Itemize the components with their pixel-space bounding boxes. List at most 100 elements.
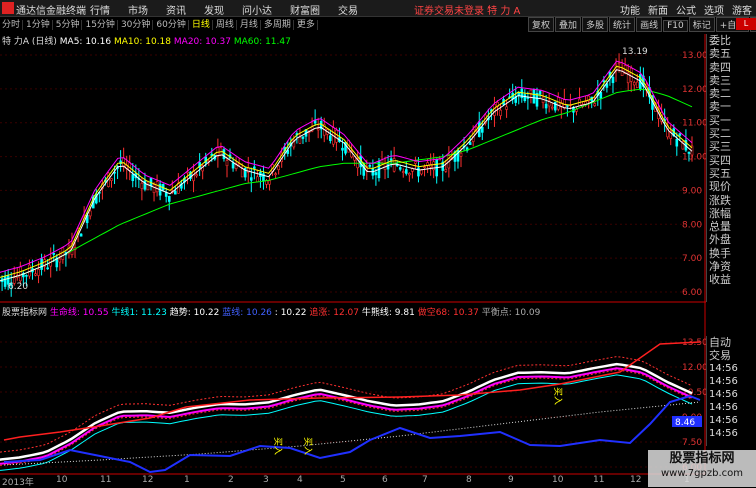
candle-body: [424, 167, 426, 168]
price-tick-label: 8.00: [682, 220, 702, 230]
candle-body: [250, 178, 252, 181]
candle-body: [47, 268, 49, 269]
candle-body: [688, 152, 690, 154]
chase-line: [4, 342, 700, 440]
date-label: 1: [184, 475, 190, 485]
candle-body: [421, 170, 423, 174]
candle-body: [62, 248, 64, 260]
candle-body: [253, 167, 255, 169]
date-label: 2: [228, 475, 234, 485]
candle-body: [636, 82, 638, 88]
candle-body: [168, 196, 170, 201]
auto-label[interactable]: 自动: [707, 336, 756, 349]
candle-body: [241, 169, 243, 177]
low-annotation: 6.20: [8, 282, 28, 292]
guest-label[interactable]: 游客: [732, 2, 752, 17]
trade-time: 14:56: [707, 375, 756, 388]
price-tick-label: 6.00: [682, 288, 702, 298]
indicator-lines: [0, 342, 700, 472]
price-tick-label: 13.00: [682, 51, 706, 61]
price-tick-label: 7.00: [682, 254, 702, 264]
candle-body: [275, 174, 277, 175]
dotted-upper-line: [0, 357, 692, 453]
sidebar-item[interactable]: 买一: [707, 114, 756, 127]
kline-chart[interactable]: 13.0012.0011.0010.009.008.007.006.00 13.…: [0, 0, 706, 475]
candle-body: [41, 259, 43, 270]
candle-body: [141, 183, 143, 188]
buy-signal: 买入: [302, 437, 313, 455]
sidebar-item[interactable]: 总量: [707, 220, 756, 233]
last-value: 8.46: [675, 418, 695, 428]
candle-body: [38, 269, 40, 275]
candle-body: [500, 110, 502, 115]
sidebar-item[interactable]: 买五: [707, 167, 756, 180]
sidebar-item[interactable]: 现价: [707, 180, 756, 193]
candle-body: [493, 104, 495, 115]
date-label: 3: [263, 475, 269, 485]
candle-body: [539, 91, 541, 94]
bull-bear-line: [4, 402, 700, 465]
candle-body: [4, 277, 6, 287]
trade-time: 14:56: [707, 388, 756, 401]
quote-sidebar: 委比 卖五 卖四 卖三 卖二 卖一 买一 买二 买三 买四 买五 现价 涨跌 涨…: [706, 34, 756, 302]
date-label: 8: [466, 475, 472, 485]
candle-body: [59, 259, 61, 262]
site-watermark: 股票指标网 www.7gpzb.com: [648, 450, 756, 487]
candle-body: [232, 163, 234, 168]
candle-body: [545, 104, 547, 108]
sidebar-item[interactable]: 外盘: [707, 233, 756, 246]
candle-body: [506, 107, 508, 110]
candle-body: [278, 166, 280, 170]
candle-body: [612, 77, 614, 83]
date-label: 12: [630, 475, 641, 485]
sidebar-item[interactable]: 卖三: [707, 74, 756, 87]
sidebar-item[interactable]: 买三: [707, 140, 756, 153]
candle-body: [165, 193, 167, 197]
candle-body: [299, 137, 301, 143]
sidebar-item[interactable]: 买四: [707, 154, 756, 167]
level2-badge[interactable]: L: [736, 18, 756, 30]
candle-body: [341, 148, 343, 150]
sidebar-item[interactable]: 涨跌: [707, 194, 756, 207]
sidebar-item[interactable]: 涨幅: [707, 207, 756, 220]
candle-body: [566, 105, 568, 106]
candle-body: [19, 267, 21, 281]
candle-body: [551, 107, 553, 108]
sidebar-item[interactable]: 净资: [707, 260, 756, 273]
sidebar-item[interactable]: 卖五: [707, 47, 756, 60]
buy-signal: 买入: [272, 437, 283, 455]
candle-body: [53, 253, 55, 254]
indicator-tick-label: 7.50: [682, 438, 702, 448]
candle-body: [110, 179, 112, 181]
candle-body: [402, 172, 404, 173]
sidebar-item[interactable]: 卖一: [707, 100, 756, 113]
candle-body: [618, 63, 620, 64]
ma-lines: [0, 61, 692, 282]
candle-body: [174, 191, 176, 194]
high-annotation: 13.19: [622, 47, 648, 57]
candle-body: [153, 185, 155, 193]
sidebar-item[interactable]: 卖二: [707, 87, 756, 100]
candle-body: [28, 265, 30, 276]
candle-body: [408, 173, 410, 175]
candle-body: [302, 137, 304, 139]
candle-body: [399, 167, 401, 169]
sidebar-item[interactable]: 收益: [707, 273, 756, 286]
sidebar-item[interactable]: 卖四: [707, 61, 756, 74]
date-label: 10: [552, 475, 563, 485]
date-label: 12: [142, 475, 153, 485]
trade-label[interactable]: 交易: [707, 349, 756, 362]
candle-body: [445, 169, 447, 171]
date-label: 7: [422, 475, 428, 485]
candle-body: [594, 104, 596, 106]
candle-body: [89, 211, 91, 216]
sidebar-item[interactable]: 买二: [707, 127, 756, 140]
right-menu-item[interactable]: 选项: [704, 6, 724, 17]
sidebar-item[interactable]: 换手: [707, 247, 756, 260]
candle-body: [676, 139, 678, 146]
sidebar-item[interactable]: 委比: [707, 34, 756, 47]
candle-body: [481, 127, 483, 132]
candle-body: [256, 177, 258, 182]
trade-time: 14:56: [707, 427, 756, 440]
candle-body: [363, 164, 365, 176]
